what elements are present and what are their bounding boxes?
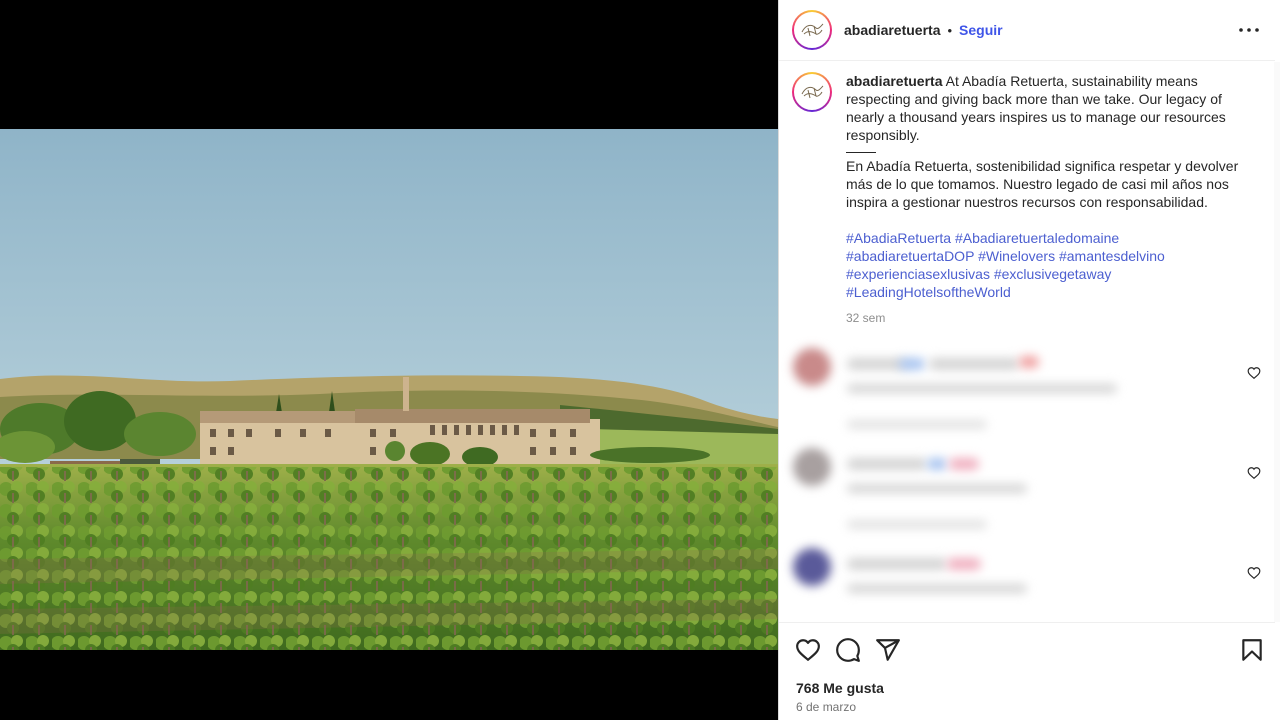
blurred-text (947, 558, 981, 570)
hashtag-list: #AbadiaRetuerta #Abadiaretuertaledomaine… (846, 229, 1246, 301)
blurred-text (847, 484, 1027, 493)
blurred-text (847, 558, 947, 570)
comment-like-icon[interactable] (1247, 466, 1261, 480)
comment-avatar (793, 548, 831, 586)
comments-scroll-area[interactable]: abadiaretuerta At Abadía Retuerta, susta… (779, 62, 1275, 622)
caption-avatar[interactable] (792, 72, 832, 112)
comment-icon[interactable] (835, 637, 861, 663)
blurred-text (847, 584, 1027, 593)
bookmark-icon[interactable] (1239, 637, 1265, 663)
blurred-text (1019, 356, 1039, 368)
post-actions: 768 Me gusta 6 de marzo (779, 622, 1275, 720)
media-pane (0, 0, 778, 720)
blurred-text (847, 420, 987, 429)
blurred-text (847, 358, 907, 370)
comments-scrollbar[interactable] (1274, 62, 1280, 622)
caption-text-es: En Abadía Retuerta, sostenibilidad signi… (846, 158, 1239, 210)
hashtag[interactable]: #amantesdelvino (1059, 248, 1165, 264)
heart-icon[interactable] (795, 637, 821, 663)
avatar-logo (801, 23, 824, 37)
more-icon (1239, 28, 1259, 32)
avatar-logo (801, 85, 824, 99)
blurred-text (847, 384, 1117, 393)
blurred-text (847, 520, 987, 529)
more-options-button[interactable] (1237, 18, 1261, 42)
comment-avatar (793, 448, 831, 486)
caption-age: 32 sem (846, 311, 886, 325)
hashtag[interactable]: #abadiaretuertaDOP (846, 248, 974, 264)
post-date[interactable]: 6 de marzo (796, 700, 856, 714)
hashtag[interactable]: #AbadiaRetuerta (846, 230, 951, 246)
caption-text: abadiaretuerta At Abadía Retuerta, susta… (846, 72, 1246, 327)
post-photo[interactable] (0, 129, 778, 650)
comment-item (779, 340, 1275, 430)
share-icon[interactable] (875, 637, 901, 663)
hashtag[interactable]: #Abadiaretuertaledomaine (955, 230, 1119, 246)
hashtag[interactable]: #experienciasexlusivas (846, 266, 990, 282)
post-side-panel: abadiaretuerta • Seguir abadiaretuerta A… (778, 0, 1280, 720)
vineyard-abbey-image (0, 129, 778, 650)
post-header: abadiaretuerta • Seguir (779, 0, 1275, 61)
caption-block: abadiaretuerta At Abadía Retuerta, susta… (792, 72, 1262, 327)
follow-button[interactable]: Seguir (959, 22, 1003, 38)
post-username[interactable]: abadiaretuerta (844, 22, 940, 38)
blurred-text (847, 458, 927, 470)
caption-username[interactable]: abadiaretuerta (846, 73, 942, 89)
hashtag[interactable]: #Winelovers (978, 248, 1055, 264)
hashtag[interactable]: #LeadingHotelsoftheWorld (846, 284, 1011, 300)
blurred-text (927, 458, 947, 470)
comment-avatar (793, 348, 831, 386)
separator-dot: • (947, 22, 953, 38)
blurred-text (929, 358, 1019, 370)
comment-like-icon[interactable] (1247, 566, 1261, 580)
blurred-text (899, 358, 925, 370)
caption-divider (846, 152, 876, 153)
like-count[interactable]: 768 Me gusta (796, 680, 884, 696)
profile-avatar[interactable] (792, 10, 832, 50)
comment-item (779, 440, 1275, 530)
blurred-text (949, 458, 979, 470)
hashtag[interactable]: #exclusivegetaway (994, 266, 1112, 282)
comment-item (779, 540, 1275, 622)
comment-like-icon[interactable] (1247, 366, 1261, 380)
